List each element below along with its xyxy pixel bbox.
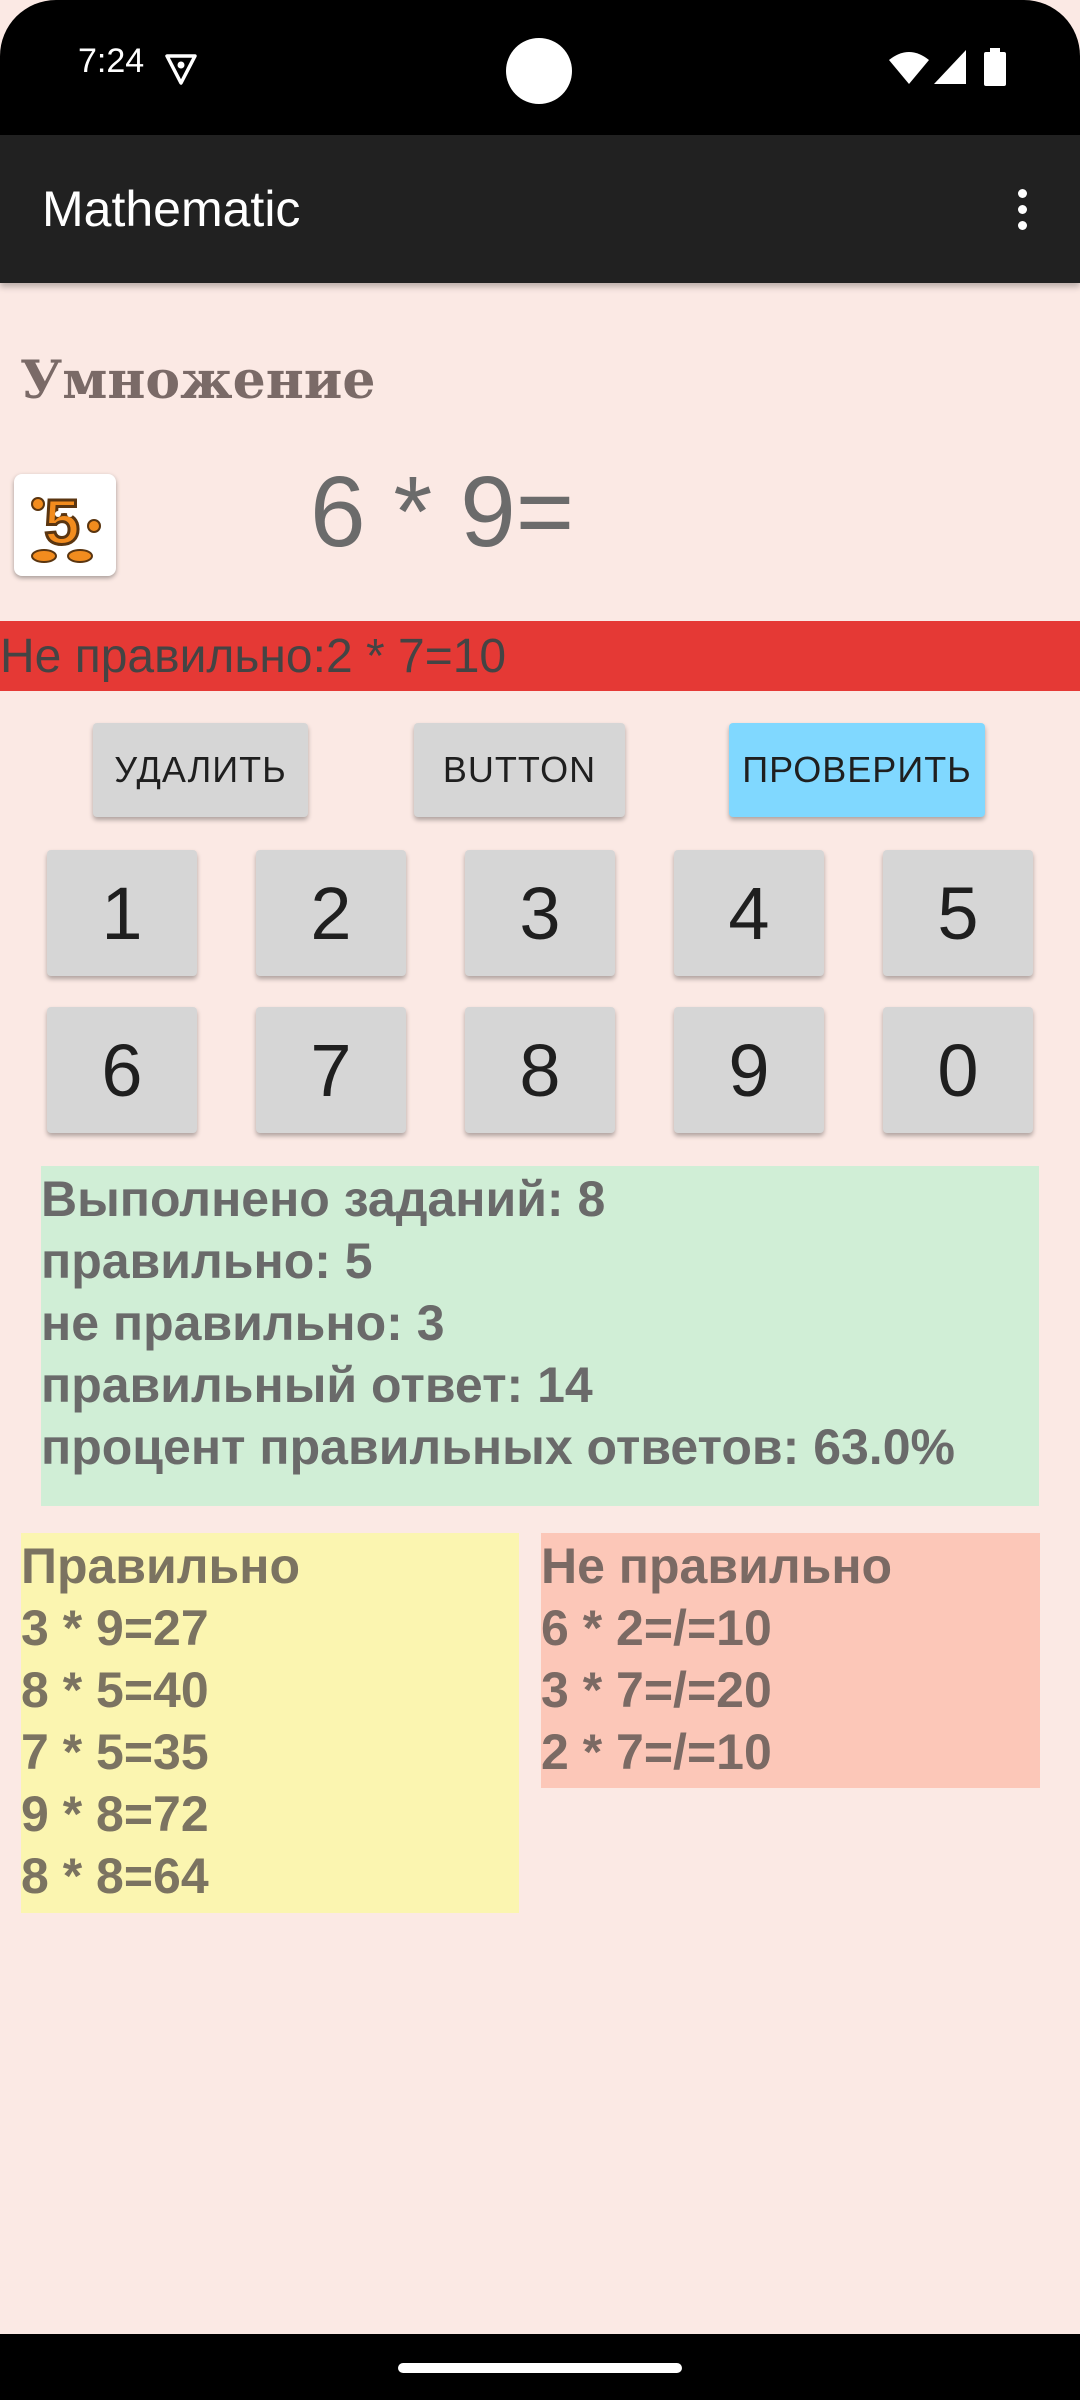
- list-item: 8 * 5=40: [21, 1662, 209, 1718]
- correct-title: Правильно: [21, 1538, 301, 1594]
- stat-right-answer: правильный ответ: 14: [41, 1357, 593, 1413]
- stat-tasks-done: Выполнено заданий: 8: [41, 1171, 606, 1227]
- key-5[interactable]: 5: [883, 850, 1033, 976]
- status-time: 7:24: [78, 42, 145, 80]
- key-4[interactable]: 4: [674, 850, 824, 976]
- app-logo: 5: [14, 474, 116, 576]
- key-3[interactable]: 3: [465, 850, 615, 976]
- stat-correct: правильно: 5: [41, 1233, 373, 1289]
- list-item: 9 * 8=72: [21, 1786, 209, 1842]
- stat-wrong: не правильно: 3: [41, 1295, 445, 1351]
- stats-panel: Выполнено заданий: 8 правильно: 5 не пра…: [41, 1166, 1039, 1506]
- extra-button[interactable]: BUTTON: [414, 723, 625, 817]
- result-text: Не правильно:2 * 7=10: [0, 630, 507, 683]
- svg-text:5: 5: [44, 486, 80, 558]
- list-item: 6 * 2=/=10: [541, 1600, 772, 1656]
- app-title: Mathematic: [42, 181, 301, 237]
- key-7[interactable]: 7: [256, 1007, 406, 1133]
- wrong-panel: Не правильно 6 * 2=/=10 3 * 7=/=20 2 * 7…: [541, 1533, 1040, 1788]
- key-2[interactable]: 2: [256, 850, 406, 976]
- task-expression: 6 * 9=: [310, 456, 575, 568]
- vpn-icon: [165, 54, 197, 85]
- signal-icon: [934, 50, 966, 84]
- list-item: 3 * 9=27: [21, 1600, 209, 1656]
- wifi-icon: [889, 52, 929, 84]
- wrong-title: Не правильно: [541, 1538, 893, 1594]
- battery-icon: [984, 48, 1006, 86]
- stat-percent: процент правильных ответов: 63.0%: [41, 1419, 955, 1475]
- mascot-five-icon: 5: [31, 485, 101, 563]
- operation-label: Умножение: [20, 350, 376, 411]
- home-indicator[interactable]: [398, 2363, 682, 2373]
- delete-button[interactable]: УДАЛИТЬ: [93, 723, 308, 817]
- key-8[interactable]: 8: [465, 1007, 615, 1133]
- camera-cutout: [506, 38, 572, 104]
- key-1[interactable]: 1: [47, 850, 197, 976]
- correct-panel: Правильно 3 * 9=27 8 * 5=40 7 * 5=35 9 *…: [21, 1533, 519, 1913]
- list-item: 7 * 5=35: [21, 1724, 209, 1780]
- overflow-menu-icon[interactable]: [1006, 185, 1038, 235]
- key-9[interactable]: 9: [674, 1007, 824, 1133]
- list-item: 3 * 7=/=20: [541, 1662, 772, 1718]
- check-button[interactable]: ПРОВЕРИТЬ: [729, 723, 985, 817]
- key-6[interactable]: 6: [47, 1007, 197, 1133]
- list-item: 8 * 8=64: [21, 1848, 209, 1904]
- list-item: 2 * 7=/=10: [541, 1724, 772, 1780]
- key-0[interactable]: 0: [883, 1007, 1033, 1133]
